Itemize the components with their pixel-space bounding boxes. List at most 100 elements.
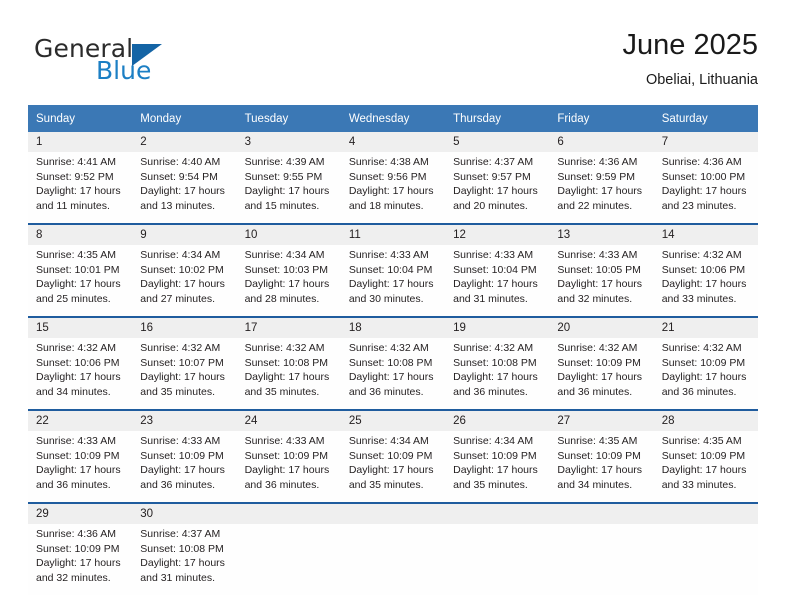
day-number[interactable]: 1 <box>28 132 133 152</box>
sunrise-text: Sunrise: 4:33 AM <box>244 435 325 447</box>
day-cell[interactable]: Sunrise: 4:33 AM Sunset: 10:09 PM Daylig… <box>28 431 133 503</box>
day-number[interactable]: 3 <box>236 132 341 152</box>
sunrise-text: Sunrise: 4:32 AM <box>140 342 221 354</box>
general-blue-logo[interactable]: General Blue <box>34 34 234 94</box>
day-number[interactable]: 20 <box>549 316 654 338</box>
day-cell[interactable]: Sunrise: 4:37 AM Sunset: 10:08 PM Daylig… <box>132 524 237 595</box>
sunset-text: Sunset: 10:09 PM <box>557 449 641 462</box>
sunrise-text: Sunrise: 4:38 AM <box>348 156 429 168</box>
day-number[interactable]: 10 <box>236 223 341 245</box>
daylight-text-line2: and 22 minutes. <box>557 199 633 212</box>
day-number[interactable]: 23 <box>132 409 237 431</box>
day-cell[interactable]: Sunrise: 4:34 AM Sunset: 10:03 PM Daylig… <box>236 245 341 317</box>
day-cell[interactable]: Sunrise: 4:32 AM Sunset: 10:06 PM Daylig… <box>28 338 133 410</box>
weekday-header-thursday: Thursday <box>445 105 550 132</box>
day-number[interactable]: 5 <box>445 132 550 152</box>
daylight-text-line1: Daylight: 17 hours <box>140 371 225 383</box>
sunrise-text: Sunrise: 4:35 AM <box>36 249 116 261</box>
sunrise-text: Sunrise: 4:36 AM <box>36 528 116 540</box>
daylight-text-line2: and 36 minutes. <box>348 385 424 398</box>
sunrise-text: Sunrise: 4:36 AM <box>557 156 638 168</box>
day-number[interactable]: 19 <box>445 316 550 338</box>
day-number[interactable]: 18 <box>340 316 446 338</box>
weekday-header-wednesday: Wednesday <box>340 105 446 132</box>
week-daynumber-row: 8 9 10 11 12 13 14 <box>28 223 758 245</box>
day-cell[interactable]: Sunrise: 4:39 AM Sunset: 9:55 PM Dayligh… <box>236 152 341 224</box>
day-number[interactable]: 15 <box>28 316 133 338</box>
day-cell[interactable]: Sunrise: 4:32 AM Sunset: 10:08 PM Daylig… <box>236 338 341 410</box>
sunrise-text: Sunrise: 4:33 AM <box>557 249 638 261</box>
day-number[interactable]: 9 <box>132 223 237 245</box>
sunrise-text: Sunrise: 4:32 AM <box>661 249 742 261</box>
day-cell[interactable]: Sunrise: 4:33 AM Sunset: 10:04 PM Daylig… <box>445 245 550 317</box>
day-number[interactable]: 22 <box>28 409 133 431</box>
week-detail-row: Sunrise: 4:32 AM Sunset: 10:06 PM Daylig… <box>28 338 758 410</box>
day-cell[interactable]: Sunrise: 4:32 AM Sunset: 10:07 PM Daylig… <box>132 338 237 410</box>
page-header: General Blue June 2025 Obeliai, Lithuani… <box>28 28 758 98</box>
day-number[interactable]: 21 <box>653 316 758 338</box>
day-number[interactable]: 12 <box>445 223 550 245</box>
day-number[interactable]: 4 <box>340 132 446 152</box>
day-cell[interactable]: Sunrise: 4:35 AM Sunset: 10:09 PM Daylig… <box>549 431 654 503</box>
day-cell[interactable]: Sunrise: 4:36 AM Sunset: 10:00 PM Daylig… <box>653 152 758 224</box>
day-cell[interactable]: Sunrise: 4:32 AM Sunset: 10:08 PM Daylig… <box>445 338 550 410</box>
day-cell[interactable]: Sunrise: 4:36 AM Sunset: 10:09 PM Daylig… <box>28 524 133 595</box>
daylight-text-line2: and 35 minutes. <box>244 385 320 398</box>
day-cell[interactable]: Sunrise: 4:32 AM Sunset: 10:09 PM Daylig… <box>549 338 654 410</box>
day-number[interactable]: 24 <box>236 409 341 431</box>
day-cell[interactable]: Sunrise: 4:33 AM Sunset: 10:05 PM Daylig… <box>549 245 654 317</box>
day-number[interactable]: 2 <box>132 132 237 152</box>
day-number[interactable]: 25 <box>340 409 446 431</box>
sunrise-text: Sunrise: 4:37 AM <box>140 528 221 540</box>
day-cell[interactable]: Sunrise: 4:35 AM Sunset: 10:01 PM Daylig… <box>28 245 133 317</box>
sunset-text: Sunset: 10:00 PM <box>661 170 746 183</box>
daylight-text-line2: and 13 minutes. <box>140 199 215 212</box>
day-number[interactable]: 17 <box>236 316 341 338</box>
sunset-text: Sunset: 10:03 PM <box>244 263 329 276</box>
daylight-text-line1: Daylight: 17 hours <box>453 278 538 290</box>
day-number[interactable]: 27 <box>549 409 654 431</box>
sunset-text: Sunset: 10:09 PM <box>36 542 120 555</box>
day-number[interactable]: 28 <box>653 409 758 431</box>
calendar-week: 8 9 10 11 12 13 14 Sunrise: 4:35 AM Suns… <box>28 223 758 317</box>
sunrise-text: Sunrise: 4:41 AM <box>36 156 116 168</box>
week-daynumber-row: 22 23 24 25 26 27 28 <box>28 409 758 431</box>
day-cell[interactable]: Sunrise: 4:36 AM Sunset: 9:59 PM Dayligh… <box>549 152 654 224</box>
day-cell[interactable]: Sunrise: 4:32 AM Sunset: 10:08 PM Daylig… <box>340 338 446 410</box>
day-cell[interactable]: Sunrise: 4:37 AM Sunset: 9:57 PM Dayligh… <box>445 152 550 224</box>
day-number[interactable]: 26 <box>445 409 550 431</box>
day-number[interactable]: 11 <box>340 223 446 245</box>
calendar-week: 22 23 24 25 26 27 28 Sunrise: 4:33 AM Su… <box>28 409 758 503</box>
daylight-text-line1: Daylight: 17 hours <box>557 278 643 290</box>
page-subtitle: Obeliai, Lithuania <box>645 72 758 88</box>
day-cell[interactable]: Sunrise: 4:41 AM Sunset: 9:52 PM Dayligh… <box>28 152 133 224</box>
daylight-text-line1: Daylight: 17 hours <box>36 371 121 383</box>
daylight-text-line1: Daylight: 17 hours <box>557 185 643 197</box>
sunset-text: Sunset: 10:04 PM <box>453 263 537 276</box>
day-cell[interactable]: Sunrise: 4:32 AM Sunset: 10:09 PM Daylig… <box>653 338 758 410</box>
day-cell[interactable]: Sunrise: 4:32 AM Sunset: 10:06 PM Daylig… <box>653 245 758 317</box>
day-number[interactable]: 13 <box>549 223 654 245</box>
daylight-text-line2: and 36 minutes. <box>661 385 737 398</box>
day-cell[interactable]: Sunrise: 4:40 AM Sunset: 9:54 PM Dayligh… <box>132 152 237 224</box>
day-cell[interactable]: Sunrise: 4:38 AM Sunset: 9:56 PM Dayligh… <box>340 152 446 224</box>
day-cell[interactable]: Sunrise: 4:34 AM Sunset: 10:09 PM Daylig… <box>445 431 550 503</box>
daylight-text-line1: Daylight: 17 hours <box>661 278 747 290</box>
day-number[interactable]: 7 <box>653 132 758 152</box>
day-number[interactable]: 29 <box>28 502 133 524</box>
sunrise-text: Sunrise: 4:33 AM <box>453 249 534 261</box>
daylight-text-line1: Daylight: 17 hours <box>453 464 538 476</box>
day-cell[interactable]: Sunrise: 4:33 AM Sunset: 10:09 PM Daylig… <box>132 431 237 503</box>
calendar-week: 15 16 17 18 19 20 21 Sunrise: 4:32 AM Su… <box>28 316 758 410</box>
day-cell[interactable]: Sunrise: 4:34 AM Sunset: 10:02 PM Daylig… <box>132 245 237 317</box>
day-number[interactable]: 16 <box>132 316 237 338</box>
day-cell[interactable]: Sunrise: 4:34 AM Sunset: 10:09 PM Daylig… <box>340 431 446 503</box>
day-number[interactable]: 8 <box>28 223 133 245</box>
day-number[interactable]: 14 <box>653 223 758 245</box>
day-number[interactable]: 30 <box>132 502 237 524</box>
day-number[interactable]: 6 <box>549 132 654 152</box>
day-cell[interactable]: Sunrise: 4:33 AM Sunset: 10:04 PM Daylig… <box>340 245 446 317</box>
sunset-text: Sunset: 10:08 PM <box>453 356 537 369</box>
day-cell[interactable]: Sunrise: 4:35 AM Sunset: 10:09 PM Daylig… <box>653 431 758 503</box>
day-cell[interactable]: Sunrise: 4:33 AM Sunset: 10:09 PM Daylig… <box>236 431 341 503</box>
